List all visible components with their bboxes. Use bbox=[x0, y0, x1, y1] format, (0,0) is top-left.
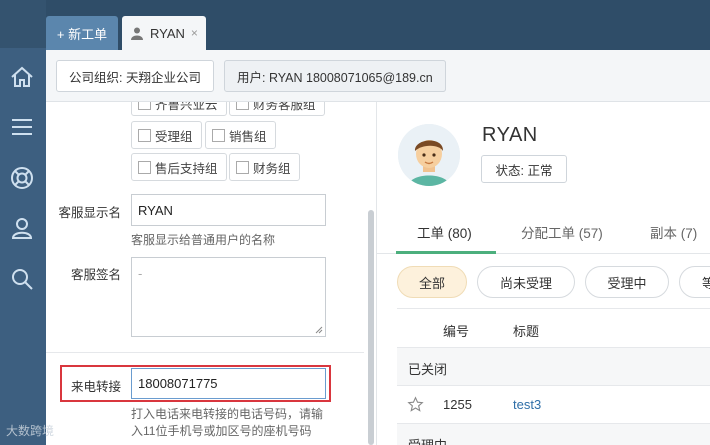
group-checkbox-finance[interactable]: 财务组 bbox=[229, 153, 300, 181]
group-label: 售后支持组 bbox=[155, 161, 218, 176]
table-header: 编号 标题 bbox=[397, 308, 710, 348]
col-title-header: 标题 bbox=[513, 324, 540, 339]
lifebuoy-icon[interactable] bbox=[7, 163, 37, 193]
status-label: 状态: 正常 bbox=[495, 163, 553, 178]
new-ticket-label: + 新工单 bbox=[56, 26, 108, 42]
tab-assigned-tickets[interactable]: 分配工单 (57) bbox=[521, 222, 603, 242]
display-name-hint: 客服显示给普通用户的名称 bbox=[131, 233, 276, 247]
filter-waiting[interactable]: 等 bbox=[679, 266, 710, 298]
ticket-title-link[interactable]: test3 bbox=[513, 397, 541, 412]
user-info-label: 用户: RYAN 18008071065@189.cn bbox=[237, 70, 433, 85]
signature-label: 客服签名 bbox=[70, 268, 121, 282]
section-divider bbox=[46, 352, 364, 353]
group-label: 受理中 bbox=[408, 435, 447, 445]
profile-name: RYAN bbox=[482, 124, 538, 146]
group-row-closed: 已关闭 bbox=[397, 348, 710, 386]
filter-not-accepted[interactable]: 尚未受理 bbox=[477, 266, 575, 298]
active-tab-indicator bbox=[396, 251, 496, 254]
forward-hint-line2: 入11位手机号或加区号的座机号码 bbox=[131, 424, 312, 438]
forward-number-input[interactable]: 18008071775 bbox=[131, 368, 326, 399]
filter-in-progress[interactable]: 受理中 bbox=[585, 266, 669, 298]
tab-bar: + 新工单 RYAN × bbox=[46, 0, 710, 50]
filter-all[interactable]: 全部 bbox=[397, 266, 467, 298]
subbar-overlay: 公司组织: 天翔企业公司 用户: RYAN 18008071065@189.cn bbox=[46, 50, 710, 102]
forward-number-value: 18008071775 bbox=[138, 376, 218, 391]
checkbox[interactable] bbox=[236, 160, 249, 174]
col-number-header: 编号 bbox=[443, 324, 470, 339]
signature-textarea[interactable]: - bbox=[131, 257, 326, 337]
checkbox[interactable] bbox=[138, 160, 151, 174]
user-tab[interactable]: RYAN × bbox=[122, 16, 206, 50]
search-icon[interactable] bbox=[7, 264, 37, 294]
group-checkbox-accept[interactable]: 受理组 bbox=[131, 121, 202, 149]
checkbox[interactable] bbox=[212, 128, 225, 142]
ticket-tabs: 工单 (80) 分配工单 (57) 副本 (7) bbox=[377, 210, 710, 254]
checkbox[interactable] bbox=[138, 128, 151, 142]
tab-tickets[interactable]: 工单 (80) bbox=[417, 222, 472, 242]
new-ticket-tab[interactable]: + 新工单 bbox=[46, 16, 118, 50]
sidebar-top bbox=[0, 0, 46, 48]
org-label: 公司组织: 天翔企业公司 bbox=[69, 70, 201, 85]
resize-handle-icon[interactable] bbox=[315, 326, 323, 334]
close-icon[interactable]: × bbox=[191, 26, 198, 40]
forward-hint-line1: 打入电话来电转接的电话号码，请输 bbox=[131, 407, 324, 421]
sidebar bbox=[0, 0, 46, 445]
org-button-front[interactable]: 公司组织: 天翔企业公司 bbox=[56, 60, 214, 92]
tab-copies[interactable]: 副本 (7) bbox=[650, 222, 697, 242]
display-name-value: RYAN bbox=[138, 202, 173, 218]
avatar bbox=[398, 124, 460, 186]
display-name-label: 客服显示名 bbox=[58, 206, 121, 220]
menu-icon[interactable] bbox=[7, 112, 37, 142]
forward-label: 来电转接 bbox=[70, 380, 121, 394]
display-name-input[interactable]: RYAN bbox=[131, 194, 326, 226]
home-icon[interactable] bbox=[7, 62, 37, 92]
user-info-button-front[interactable]: 用户: RYAN 18008071065@189.cn bbox=[224, 60, 446, 92]
user-tab-label: RYAN bbox=[150, 25, 185, 41]
group-row-in-progress: 受理中 bbox=[397, 424, 710, 445]
group-checkbox-sales[interactable]: 销售组 bbox=[205, 121, 276, 149]
user-icon[interactable] bbox=[7, 213, 37, 243]
group-label: 财务组 bbox=[253, 161, 291, 176]
scrollbar[interactable] bbox=[368, 210, 374, 445]
status-badge[interactable]: 状态: 正常 bbox=[481, 155, 567, 183]
watermark: 大数跨境 bbox=[6, 424, 55, 438]
group-label: 销售组 bbox=[229, 129, 267, 144]
table-row[interactable]: 1255 test3 bbox=[397, 386, 710, 424]
group-label: 受理组 bbox=[155, 129, 193, 144]
signature-value: - bbox=[138, 266, 143, 281]
group-checkbox-aftersales[interactable]: 售后支持组 bbox=[131, 153, 227, 181]
ticket-number: 1255 bbox=[443, 397, 472, 412]
star-icon[interactable] bbox=[407, 396, 424, 413]
person-icon bbox=[131, 27, 143, 40]
group-label: 已关闭 bbox=[408, 362, 448, 377]
